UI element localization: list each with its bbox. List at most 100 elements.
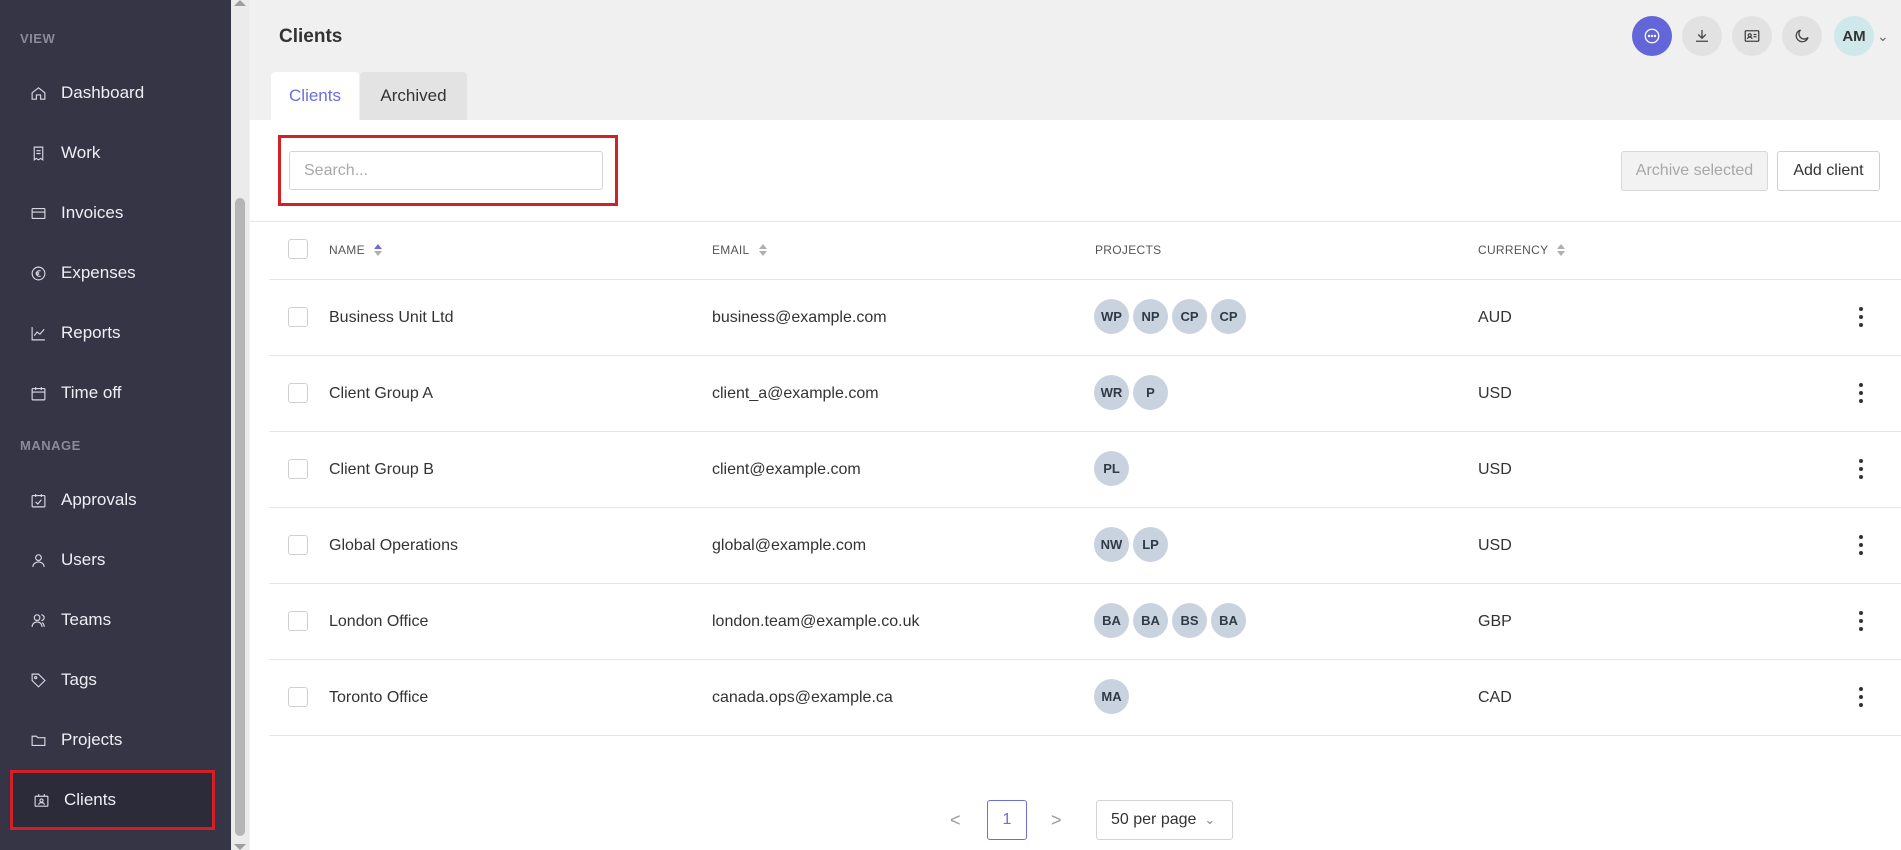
sidebar-item-approvals[interactable]: Approvals [10, 473, 215, 527]
sidebar-item-projects[interactable]: Projects [10, 713, 215, 767]
row-more-icon[interactable] [1858, 459, 1864, 479]
page-title: Clients [279, 26, 343, 47]
client-name[interactable]: Client Group A [329, 385, 433, 403]
row-checkbox[interactable] [288, 611, 308, 631]
sidebar-item-work[interactable]: Work [10, 126, 215, 180]
sidebar-item-time-off[interactable]: Time off [10, 366, 215, 420]
project-chip[interactable]: BA [1094, 603, 1129, 638]
chevron-down-icon[interactable]: ⌄ [1877, 28, 1889, 45]
row-more-icon[interactable] [1858, 307, 1864, 327]
row-checkbox[interactable] [288, 687, 308, 707]
sort-icon[interactable] [1557, 244, 1566, 256]
chat-button[interactable] [1632, 16, 1672, 56]
archive-selected-button[interactable]: Archive selected [1621, 151, 1768, 191]
client-email: london.team@example.co.uk [712, 613, 920, 630]
card-icon [31, 207, 46, 219]
row-more-icon[interactable] [1858, 383, 1864, 403]
add-client-button[interactable]: Add client [1777, 151, 1880, 191]
project-chip[interactable]: CP [1172, 299, 1207, 334]
client-card-icon [34, 793, 49, 807]
calendar-icon [31, 386, 46, 400]
search-input[interactable] [289, 151, 603, 190]
client-name[interactable]: Client Group B [329, 461, 434, 479]
sidebar-item-invoices[interactable]: Invoices [10, 186, 215, 240]
project-chip[interactable]: WR [1094, 375, 1129, 410]
chevron-down-icon: ⌄ [1204, 812, 1216, 827]
moon-icon [1795, 29, 1809, 43]
sidebar-item-expenses[interactable]: Expenses [10, 246, 215, 300]
avatar[interactable]: AM [1834, 16, 1874, 56]
client-name[interactable]: Toronto Office [329, 689, 428, 707]
folder-icon [31, 735, 46, 746]
scroll-down-arrow-icon[interactable] [234, 844, 246, 850]
tab-clients[interactable]: Clients [271, 72, 359, 120]
row-checkbox[interactable] [288, 535, 308, 555]
sort-icon[interactable] [758, 244, 767, 256]
sidebar-item-label: Invoices [61, 203, 124, 222]
project-chip[interactable]: P [1133, 375, 1168, 410]
sort-icon[interactable] [373, 244, 382, 256]
section-view-label: VIEW [20, 31, 56, 46]
sidebar-item-users[interactable]: Users [10, 533, 215, 587]
project-chips: WR P [1094, 375, 1168, 410]
project-chip[interactable]: LP [1133, 527, 1168, 562]
sidebar: VIEW Dashboard Work Invoices Expenses Re… [0, 0, 231, 850]
column-header-name[interactable]: NAME [329, 243, 382, 257]
client-email: client@example.com [712, 461, 861, 478]
sidebar-item-teams[interactable]: Teams [10, 593, 215, 647]
home-icon [31, 86, 46, 100]
select-all-checkbox[interactable] [288, 239, 308, 259]
page-size-select[interactable]: 50 per page ⌄ [1096, 800, 1233, 840]
download-icon [1696, 30, 1708, 42]
divider [269, 355, 1901, 356]
divider [250, 221, 1901, 222]
project-chip[interactable]: NW [1094, 527, 1129, 562]
chart-icon [31, 326, 45, 340]
project-chip[interactable]: NP [1133, 299, 1168, 334]
sidebar-item-dashboard[interactable]: Dashboard [10, 66, 215, 120]
client-name[interactable]: London Office [329, 613, 428, 631]
client-currency: CAD [1478, 689, 1512, 706]
row-checkbox[interactable] [288, 383, 308, 403]
euro-icon [31, 266, 46, 280]
client-currency: AUD [1478, 309, 1512, 326]
column-header-email[interactable]: EMAIL [712, 243, 767, 257]
sidebar-item-clients[interactable]: Clients [10, 770, 215, 830]
project-chips: NW LP [1094, 527, 1168, 562]
main-panel [250, 120, 1901, 850]
client-currency: USD [1478, 461, 1512, 478]
sidebar-scrollbar-thumb[interactable] [235, 198, 245, 836]
section-manage-label: MANAGE [20, 438, 81, 453]
row-more-icon[interactable] [1858, 535, 1864, 555]
user-icon [32, 553, 45, 567]
next-page-button[interactable]: > [1051, 810, 1062, 831]
row-more-icon[interactable] [1858, 687, 1864, 707]
project-chip[interactable]: WP [1094, 299, 1129, 334]
project-chips: MA [1094, 679, 1129, 714]
divider [269, 507, 1901, 508]
project-chip[interactable]: BS [1172, 603, 1207, 638]
project-chip[interactable]: MA [1094, 679, 1129, 714]
tab-archived[interactable]: Archived [360, 72, 467, 120]
row-checkbox[interactable] [288, 307, 308, 327]
client-name[interactable]: Global Operations [329, 537, 458, 555]
sidebar-item-label: Reports [61, 323, 121, 342]
scroll-up-arrow-icon[interactable] [234, 0, 246, 6]
id-card-button[interactable] [1732, 16, 1772, 56]
download-button[interactable] [1682, 16, 1722, 56]
column-header-currency[interactable]: CURRENCY [1478, 243, 1566, 257]
project-chip[interactable]: BA [1211, 603, 1246, 638]
client-name[interactable]: Business Unit Ltd [329, 309, 454, 327]
page-number-button[interactable]: 1 [987, 800, 1027, 840]
project-chip[interactable]: PL [1094, 451, 1129, 486]
project-chip[interactable]: BA [1133, 603, 1168, 638]
row-checkbox[interactable] [288, 459, 308, 479]
dark-mode-button[interactable] [1782, 16, 1822, 56]
row-more-icon[interactable] [1858, 611, 1864, 631]
client-currency: USD [1478, 537, 1512, 554]
project-chips: WP NP CP CP [1094, 299, 1246, 334]
sidebar-item-tags[interactable]: Tags [10, 653, 215, 707]
sidebar-item-reports[interactable]: Reports [10, 306, 215, 360]
prev-page-button[interactable]: < [950, 810, 961, 831]
project-chip[interactable]: CP [1211, 299, 1246, 334]
